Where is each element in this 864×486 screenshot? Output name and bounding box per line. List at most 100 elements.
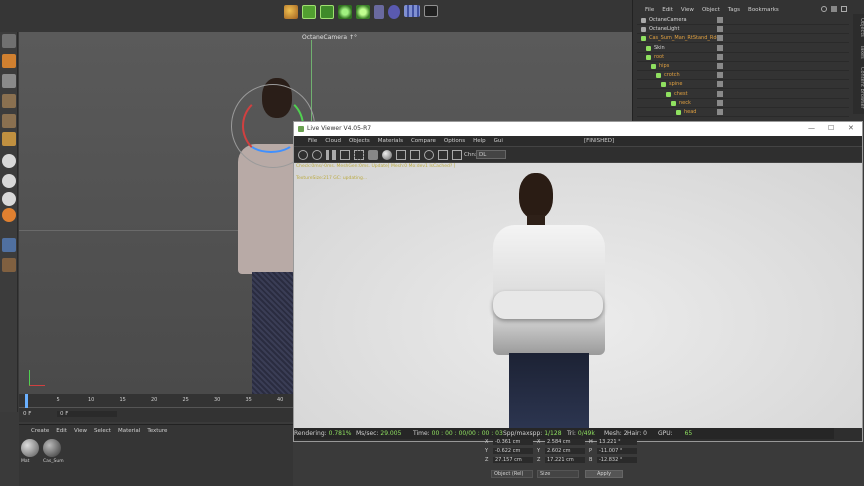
coord-size-select[interactable]: Size [537, 470, 579, 478]
camera-icon[interactable] [424, 5, 438, 17]
maximize-button[interactable]: ☐ [828, 124, 834, 132]
visibility-toggle-icon[interactable] [717, 81, 723, 88]
cube-tool-icon[interactable] [2, 74, 16, 88]
scene-icon[interactable] [404, 5, 420, 17]
apply-button[interactable]: Apply [585, 470, 623, 478]
playhead[interactable] [25, 394, 28, 408]
om-object-row[interactable]: OctaneCamera [637, 16, 849, 25]
mm-menu-material[interactable]: Material [118, 428, 140, 434]
settings-icon[interactable] [298, 150, 308, 160]
close-button[interactable]: ✕ [848, 124, 854, 132]
lv-menu-help[interactable]: Help [473, 138, 486, 144]
minimize-button[interactable]: — [808, 124, 815, 132]
material-slot-1[interactable]: Mat [21, 439, 41, 467]
pick-icon[interactable] [424, 150, 434, 160]
cinema-s2-icon[interactable] [2, 174, 16, 188]
home-icon[interactable] [831, 6, 837, 12]
enable-check-icon[interactable] [727, 72, 732, 78]
search-icon[interactable] [821, 6, 827, 12]
coord-mode-select[interactable]: Object (Rel) [491, 470, 533, 478]
mm-menu-edit[interactable]: Edit [56, 428, 67, 434]
undo-icon[interactable] [2, 34, 16, 48]
mm-menu-create[interactable]: Create [31, 428, 49, 434]
om-menu-edit[interactable]: Edit [662, 7, 673, 13]
pause-icon[interactable] [326, 150, 336, 160]
lv-render-area[interactable]: Check:0ms/-0ms. MeshGen:0ms. Update[ Mes… [294, 163, 862, 428]
lv-menu-compare[interactable]: Compare [411, 138, 436, 144]
visibility-toggle-icon[interactable] [717, 72, 723, 79]
side-tab-content-browser[interactable]: Content Browser [853, 67, 864, 109]
visibility-toggle-icon[interactable] [717, 90, 723, 97]
mm-menu-select[interactable]: Select [94, 428, 111, 434]
region-icon[interactable] [354, 150, 364, 160]
restart-icon[interactable] [312, 150, 322, 160]
point-icon[interactable] [2, 94, 16, 108]
enable-check-icon[interactable] [727, 26, 732, 32]
polygon-icon[interactable] [2, 132, 16, 146]
lv-menu-file[interactable]: File [308, 138, 317, 144]
enable-check-icon[interactable] [727, 63, 732, 69]
clay-icon[interactable] [410, 150, 420, 160]
octane-icon[interactable] [2, 208, 16, 222]
spline-icon[interactable] [356, 5, 370, 19]
color-pick-icon[interactable] [452, 150, 462, 160]
visibility-toggle-icon[interactable] [717, 26, 723, 33]
om-object-row[interactable]: OctaneLight [637, 25, 849, 35]
light-icon[interactable] [388, 5, 400, 19]
visibility-toggle-icon[interactable] [717, 35, 723, 42]
coord-value-field[interactable]: -0.361 cm [493, 439, 533, 445]
om-menu-object[interactable]: Object [702, 7, 720, 13]
lv-menu-gui[interactable]: Gui [494, 138, 503, 144]
stop-icon[interactable] [340, 150, 350, 160]
coord-value-field[interactable]: 2.602 cm [545, 448, 585, 454]
lv-menu-options[interactable]: Options [444, 138, 465, 144]
enable-check-icon[interactable] [727, 81, 732, 87]
visibility-toggle-icon[interactable] [717, 109, 723, 115]
om-object-row[interactable]: root [637, 53, 849, 62]
om-menu-file[interactable]: File [645, 7, 654, 13]
current-frame-field[interactable]: 0 F [23, 411, 31, 417]
enable-check-icon[interactable] [727, 100, 732, 106]
lv-menu-cloud[interactable]: Cloud [325, 138, 341, 144]
coord-value-field[interactable]: 2.584 cm [545, 439, 585, 445]
lv-menu-objects[interactable]: Objects [349, 138, 370, 144]
om-object-row[interactable]: spine [637, 80, 849, 90]
om-menu-bookmarks[interactable]: Bookmarks [748, 7, 779, 13]
channel-select[interactable]: DL [476, 150, 506, 159]
om-object-row[interactable]: crotch [637, 71, 849, 81]
cinema-s3-icon[interactable] [2, 192, 16, 206]
side-tab-takes[interactable]: Takes [853, 45, 864, 59]
lv-menu-materials[interactable]: Materials [378, 138, 403, 144]
om-object-row[interactable]: Skin [637, 44, 849, 53]
coord-value-field[interactable]: 17.221 cm [545, 457, 585, 463]
enable-check-icon[interactable] [727, 45, 732, 51]
timeline[interactable]: 0510152025303540 0 F 0 F [19, 394, 293, 422]
coord-value-field[interactable]: 13.221 ° [597, 439, 637, 445]
deformer-icon[interactable] [374, 5, 384, 19]
coord-value-field[interactable]: -0.622 cm [493, 448, 533, 454]
material-slot-2[interactable]: Cas_Sum [43, 439, 67, 467]
enable-check-icon[interactable] [727, 54, 732, 60]
cinema-s-icon[interactable] [2, 154, 16, 168]
om-object-row[interactable]: Cas_Sum_Man_RtStand_Rd4 [637, 34, 849, 44]
om-object-row[interactable]: chest [637, 90, 849, 99]
visibility-toggle-icon[interactable] [717, 63, 723, 69]
subdivision-icon[interactable] [302, 5, 316, 19]
visibility-toggle-icon[interactable] [717, 53, 723, 60]
visibility-toggle-icon[interactable] [717, 99, 723, 106]
save-image-icon[interactable] [396, 150, 406, 160]
om-menu-tags[interactable]: Tags [728, 7, 740, 13]
focus-icon[interactable] [438, 150, 448, 160]
visibility-toggle-icon[interactable] [717, 17, 723, 23]
enable-check-icon[interactable] [727, 91, 732, 97]
mm-menu-texture[interactable]: Texture [147, 428, 167, 434]
axis-icon[interactable] [2, 258, 16, 272]
edge-icon[interactable] [2, 114, 16, 128]
coord-value-field[interactable]: 27.157 cm [493, 457, 533, 463]
visibility-toggle-icon[interactable] [717, 44, 723, 51]
material-ball-icon[interactable] [382, 150, 392, 160]
timeline-ruler[interactable]: 0510152025303540 [19, 394, 293, 408]
side-tab-objects[interactable]: Objects [853, 18, 864, 37]
enable-check-icon[interactable] [727, 17, 732, 23]
array-icon[interactable] [320, 5, 334, 19]
